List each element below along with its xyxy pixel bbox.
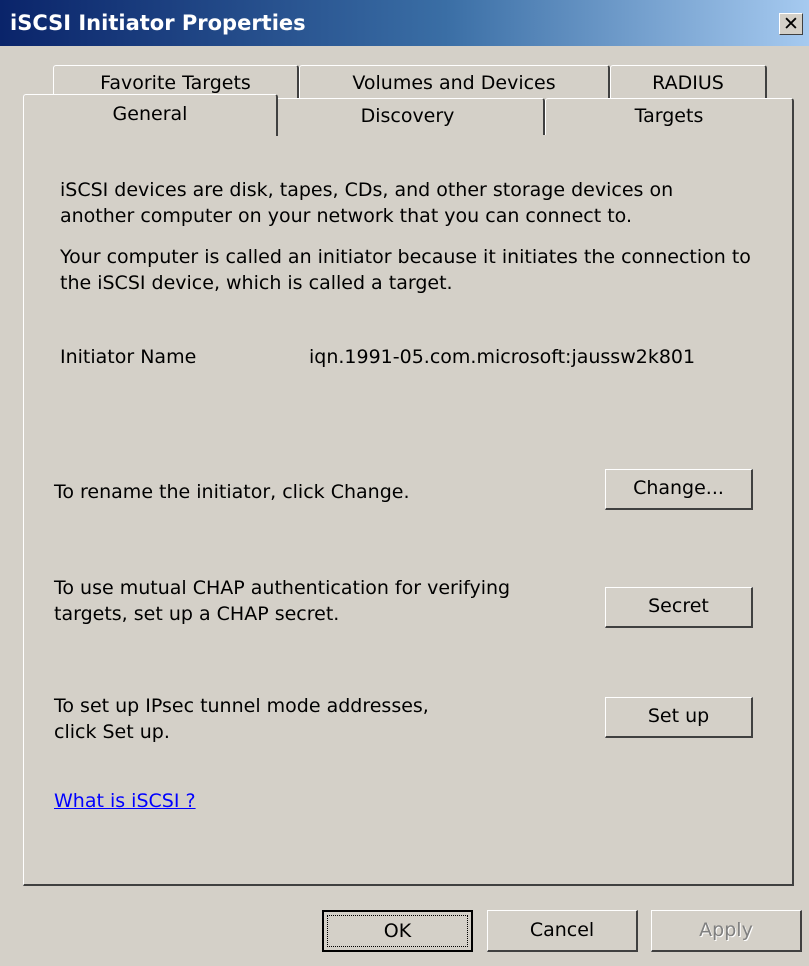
focus-rect	[327, 915, 468, 947]
change-button[interactable]: Change...	[605, 469, 753, 510]
chap-text-line1: To use mutual CHAP authentication for ve…	[54, 577, 511, 599]
intro-text-line1: iSCSI devices are disk, tapes, CDs, and …	[60, 179, 674, 201]
tab-targets[interactable]: Targets	[545, 98, 794, 135]
initiator-name-value: iqn.1991-05.com.microsoft:jaussw2k801	[309, 346, 696, 368]
close-button[interactable]: ✕	[779, 13, 803, 35]
ipsec-text-line1: To set up IPsec tunnel mode addresses,	[54, 695, 429, 717]
initiator-text-line2: the iSCSI device, which is called a targ…	[60, 272, 453, 294]
ipsec-text-line2: click Set up.	[54, 721, 170, 743]
intro-text-line2: another computer on your network that yo…	[60, 205, 632, 227]
secret-button[interactable]: Secret	[605, 587, 753, 628]
apply-button[interactable]: Apply	[651, 910, 802, 952]
general-panel: iSCSI devices are disk, tapes, CDs, and …	[23, 134, 794, 886]
tab-general[interactable]: General	[23, 94, 278, 136]
chap-text-line2: targets, set up a CHAP secret.	[54, 603, 340, 625]
ok-button[interactable]: OK	[322, 910, 473, 952]
tab-discovery[interactable]: Discovery	[271, 98, 545, 135]
close-icon: ✕	[783, 13, 799, 35]
rename-text: To rename the initiator, click Change.	[54, 481, 410, 503]
cancel-button[interactable]: Cancel	[487, 910, 638, 952]
what-is-iscsi-link[interactable]: What is iSCSI ?	[54, 789, 196, 813]
setup-button[interactable]: Set up	[605, 697, 753, 738]
window-title: iSCSI Initiator Properties	[10, 11, 306, 35]
initiator-text-line1: Your computer is called an initiator bec…	[60, 246, 751, 268]
title-bar: iSCSI Initiator Properties ✕	[0, 0, 809, 46]
initiator-name-label: Initiator Name	[60, 346, 197, 368]
